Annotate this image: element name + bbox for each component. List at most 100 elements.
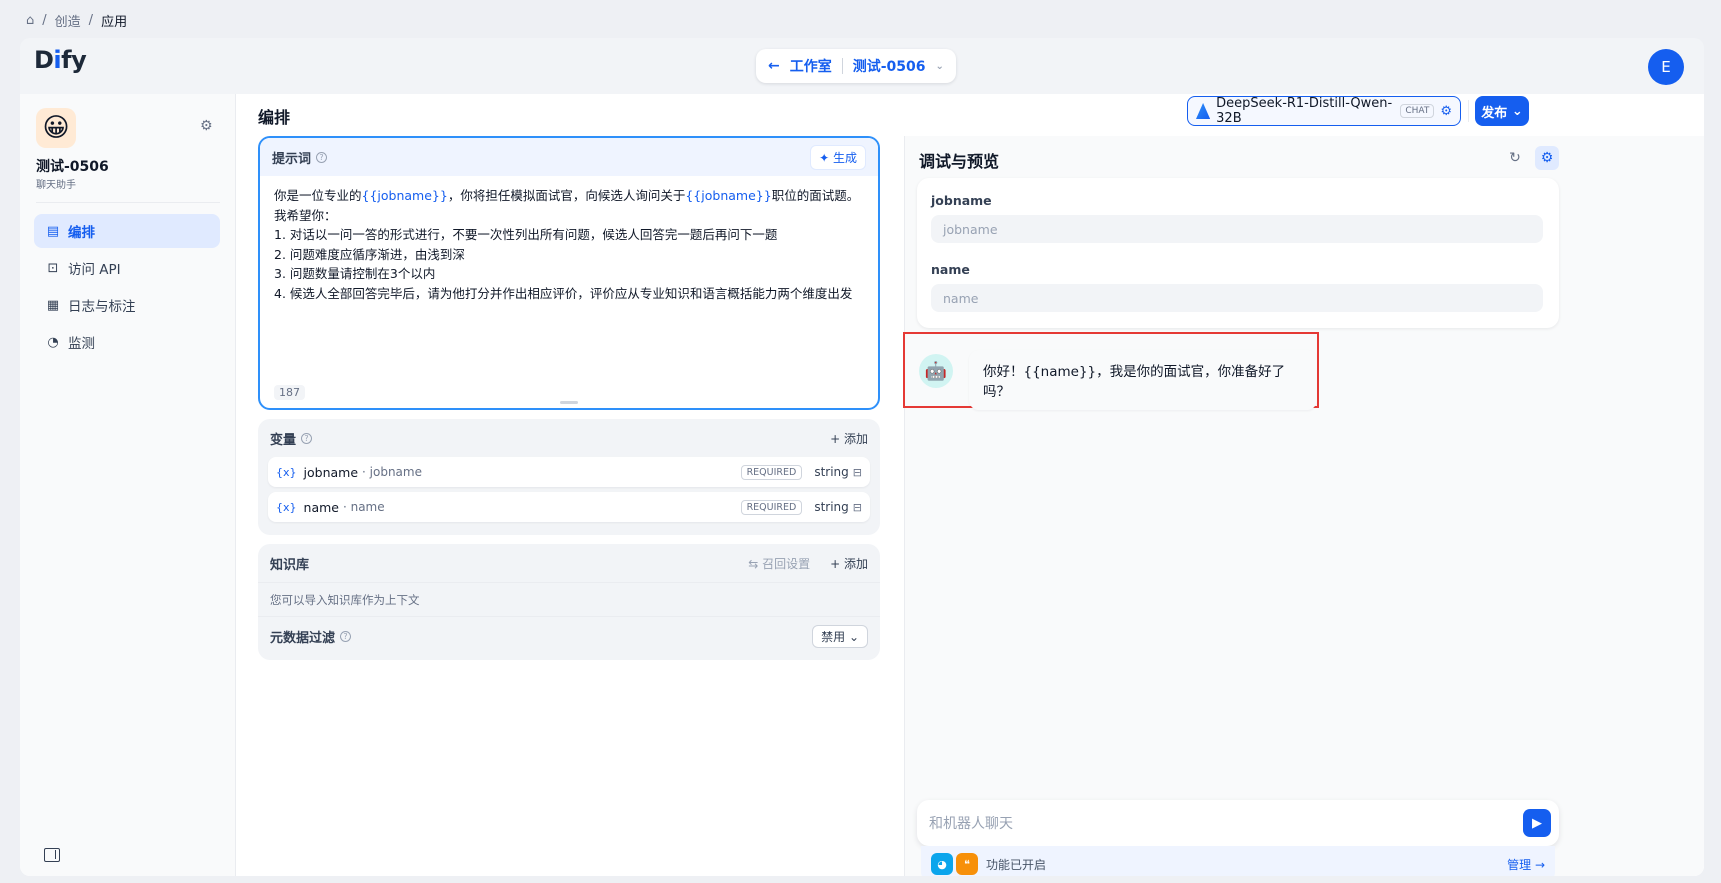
knowledge-header: 知识库 ⇆ 召回设置 + 添加 — [258, 544, 880, 582]
variable-type: string — [814, 500, 849, 514]
prompt-line: 1. 对话以一问一答的形式进行，不要一次性列出所有问题，候选人回答完一题后再问下… — [274, 227, 778, 242]
app-name: 测试-0506 — [36, 159, 109, 175]
file-icon: ▦ — [46, 297, 60, 313]
prompt-line: 4. 候选人全部回答完毕后，请为他打分并作出相应评价，评价应从专业知识和语言概括… — [274, 285, 853, 301]
quote-feature-icon: ❝ — [956, 853, 978, 875]
variable-key: name — [303, 499, 339, 515]
publish-button[interactable]: 发布 ⌄ — [1475, 96, 1529, 126]
chat-input[interactable]: 和机器人聊天 ▶ — [917, 800, 1559, 846]
prompt-header: 提示词 ? ✦ 生成 — [260, 138, 878, 176]
variables-header: 变量 ? + 添加 — [258, 419, 880, 457]
prompt-line: 你是一位专业的{{jobname}}，你将担任模拟面试官，向候选人询问关于{{j… — [274, 188, 860, 203]
required-badge: REQUIRED — [740, 464, 803, 480]
help-icon[interactable]: ? — [301, 432, 313, 444]
manage-button[interactable]: 管理 → — [1507, 856, 1545, 873]
features-bar: ◕ ❝ 功能已开启 管理 → — [921, 846, 1555, 876]
sidebar: 😀 ⚙ 测试-0506 聊天助手 ▤ 编排 ⊡ 访问 API ▦ 日志与标注 ◔… — [20, 94, 236, 876]
bot-message-highlight: 🤖 你好！{{name}}，我是你的面试官，你准备好了吗？ — [903, 332, 1319, 410]
add-knowledge-button[interactable]: + 添加 — [830, 555, 868, 572]
knowledge-title: 知识库 — [270, 557, 310, 573]
help-icon[interactable]: ? — [316, 151, 328, 163]
sidebar-menu: ▤ 编排 ⊡ 访问 API ▦ 日志与标注 ◔ 监测 — [34, 214, 220, 362]
app-nav-pill: ← 工作室 测试-0506 ⌄ — [756, 49, 956, 83]
model-selector[interactable]: DeepSeek-R1-Distill-Qwen-32B CHAT ⚙ — [1187, 96, 1461, 126]
app-window: Dify ← 工作室 测试-0506 ⌄ E 😀 ⚙ 测试-0506 聊天助手 … — [20, 38, 1704, 876]
model-settings-icon[interactable]: ⚙ — [1440, 104, 1452, 119]
knowledge-panel: 知识库 ⇆ 召回设置 + 添加 您可以导入知识库作为上下文 元数据过滤 ? 禁用… — [258, 544, 880, 660]
prompt-editor: 提示词 ? ✦ 生成 你是一位专业的{{jobname}}，你将担任模拟面试官，… — [258, 136, 880, 410]
variable-icon: {x} — [276, 465, 297, 479]
workspace: 😀 ⚙ 测试-0506 聊天助手 ▤ 编排 ⊡ 访问 API ▦ 日志与标注 ◔… — [20, 94, 1704, 876]
resize-handle[interactable] — [560, 401, 578, 404]
app-type: 聊天助手 — [36, 180, 76, 191]
prompt-title: 提示词 — [272, 151, 312, 167]
model-mode-badge: CHAT — [1400, 104, 1435, 118]
prompt-line: 3. 问题数量请控制在3个以内 — [274, 266, 436, 281]
model-name: DeepSeek-R1-Distill-Qwen-32B — [1216, 96, 1393, 126]
debug-inputs: jobname jobname name name — [917, 178, 1559, 328]
dify-logo[interactable]: Dify — [34, 46, 87, 74]
prompt-line: 2. 问题难度应循序渐进，由浅到深 — [274, 246, 465, 262]
recall-settings-button[interactable]: ⇆ 召回设置 — [748, 555, 810, 572]
generate-button[interactable]: ✦ 生成 — [810, 144, 866, 170]
type-icon: ⊟ — [852, 465, 862, 479]
app-emoji-icon[interactable]: 😀 — [36, 108, 76, 148]
debug-toolbar: ↻ ⚙ — [1503, 146, 1559, 170]
chevron-down-icon[interactable]: ⌄ — [936, 61, 944, 72]
user-avatar[interactable]: E — [1648, 49, 1684, 85]
variable-key: jobname — [303, 464, 359, 480]
variable-label: · name — [342, 500, 385, 514]
app-selector[interactable]: 测试-0506 — [853, 56, 926, 76]
features-label: 功能已开启 — [986, 857, 1047, 872]
bot-message: 你好！{{name}}，我是你的面试官，你准备好了吗？ — [969, 350, 1317, 410]
variables-panel: 变量 ? + 添加 {x} jobname · jobname REQUIRED… — [258, 419, 880, 535]
type-icon: ⊟ — [852, 500, 862, 514]
variables-toggle-icon[interactable]: ⚙ — [1535, 146, 1559, 170]
field-label-name: name — [931, 262, 970, 277]
sidebar-item-orchestrate[interactable]: ▤ 编排 — [34, 214, 220, 248]
debug-title: 调试与预览 — [919, 152, 1000, 171]
variable-icon: {x} — [276, 500, 297, 514]
divider — [36, 202, 220, 203]
jobname-input[interactable]: jobname — [931, 215, 1543, 243]
header: Dify ← 工作室 测试-0506 ⌄ E — [20, 38, 1704, 94]
refresh-icon[interactable]: ↻ — [1503, 146, 1527, 170]
sidebar-item-monitor[interactable]: ◔ 监测 — [34, 325, 220, 359]
prompt-line: 我希望你： — [274, 207, 337, 223]
terminal-icon: ⊡ — [47, 260, 59, 276]
metadata-filter-row: 元数据过滤 ? 禁用 ⌄ — [258, 616, 880, 656]
sidebar-item-api[interactable]: ⊡ 访问 API — [34, 251, 220, 285]
variable-row[interactable]: {x} jobname · jobname REQUIRED string ⊟ — [268, 457, 870, 487]
divider — [841, 58, 843, 74]
metadata-filter-label: 元数据过滤 — [270, 631, 336, 646]
char-count: 187 — [274, 385, 305, 400]
bot-avatar-icon: 🤖 — [919, 354, 953, 388]
layout-icon: ▤ — [46, 223, 60, 239]
send-icon[interactable]: ▶ — [1523, 809, 1551, 837]
collapse-sidebar-icon[interactable] — [44, 848, 60, 862]
settings-icon[interactable]: ⚙ — [200, 118, 213, 134]
studio-link[interactable]: 工作室 — [790, 56, 832, 76]
field-label-jobname: jobname — [931, 193, 992, 208]
gauge-icon: ◔ — [47, 334, 59, 350]
variable-label: · jobname — [362, 465, 422, 479]
knowledge-hint: 您可以导入知识库作为上下文 — [258, 582, 880, 616]
debug-preview-panel: 调试与预览 ↻ ⚙ jobname jobname name name 🤖 你好… — [903, 136, 1704, 876]
sidebar-item-logs[interactable]: ▦ 日志与标注 — [34, 288, 220, 322]
metadata-filter-select[interactable]: 禁用 ⌄ — [812, 625, 868, 648]
help-icon[interactable]: ? — [340, 631, 352, 642]
variable-row[interactable]: {x} name · name REQUIRED string ⊟ — [268, 492, 870, 522]
home-icon[interactable]: ⌂ — [26, 13, 34, 28]
prompt-textarea[interactable]: 你是一位专业的{{jobname}}，你将担任模拟面试官，向候选人询问关于{{j… — [260, 176, 878, 313]
add-variable-button[interactable]: + 添加 — [830, 430, 868, 447]
breadcrumb-app: 应用 — [101, 14, 128, 30]
breadcrumb-create[interactable]: 创造 — [55, 11, 81, 30]
model-logo-icon — [1196, 103, 1211, 119]
page-title: 编排 — [258, 108, 291, 127]
required-badge: REQUIRED — [740, 499, 803, 515]
variables-title: 变量 — [270, 432, 297, 448]
breadcrumb: ⌂ / 创造 / 应用 — [26, 11, 128, 30]
variable-type: string — [814, 465, 849, 479]
back-arrow-icon[interactable]: ← — [768, 58, 780, 74]
name-input[interactable]: name — [931, 284, 1543, 312]
